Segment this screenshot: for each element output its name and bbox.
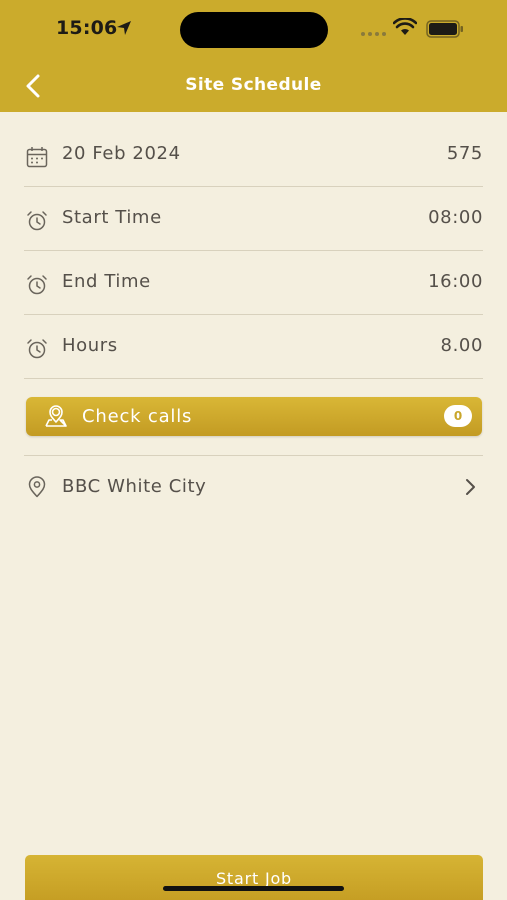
location-pin-icon: [28, 476, 46, 498]
home-indicator: [163, 886, 344, 891]
check-calls-label: Check calls: [82, 406, 193, 427]
end-time-value: 16:00: [428, 271, 483, 292]
dynamic-island: [180, 12, 328, 48]
nav-bar: Site Schedule: [0, 60, 507, 112]
site-location-row[interactable]: BBC White City: [24, 466, 483, 510]
date-label: 20 Feb 2024: [62, 143, 181, 164]
start-time-label: Start Time: [62, 207, 162, 228]
end-time-row: End Time 16:00: [24, 251, 483, 315]
signal-icon: [361, 32, 386, 36]
start-time-row: Start Time 08:00: [24, 187, 483, 251]
divider: [24, 455, 483, 456]
hours-row: Hours 8.00: [24, 315, 483, 379]
start-job-button[interactable]: Start Job: [25, 855, 483, 900]
alarm-clock-icon: [27, 275, 47, 295]
date-value: 575: [446, 143, 483, 164]
hours-value: 8.00: [440, 335, 483, 356]
status-time: 15:06: [56, 17, 118, 39]
alarm-clock-icon: [27, 339, 47, 359]
page-title: Site Schedule: [185, 75, 322, 95]
header: 15:06 Site Schedule: [0, 0, 507, 112]
location-arrow-icon: [117, 21, 131, 35]
start-time-value: 08:00: [428, 207, 483, 228]
end-time-label: End Time: [62, 271, 151, 292]
check-calls-count-badge: 0: [444, 405, 472, 427]
battery-icon: [426, 20, 463, 38]
site-name: BBC White City: [62, 476, 207, 497]
map-pin-person-icon: [45, 405, 67, 427]
wifi-icon: [393, 18, 417, 35]
alarm-clock-icon: [27, 211, 47, 231]
chevron-right-icon: [466, 479, 475, 495]
check-calls-button[interactable]: Check calls 0: [26, 397, 482, 436]
date-row: 20 Feb 2024 575: [24, 123, 483, 187]
status-bar: 15:06: [0, 0, 507, 60]
hours-label: Hours: [62, 335, 118, 356]
calendar-icon: [26, 147, 48, 168]
